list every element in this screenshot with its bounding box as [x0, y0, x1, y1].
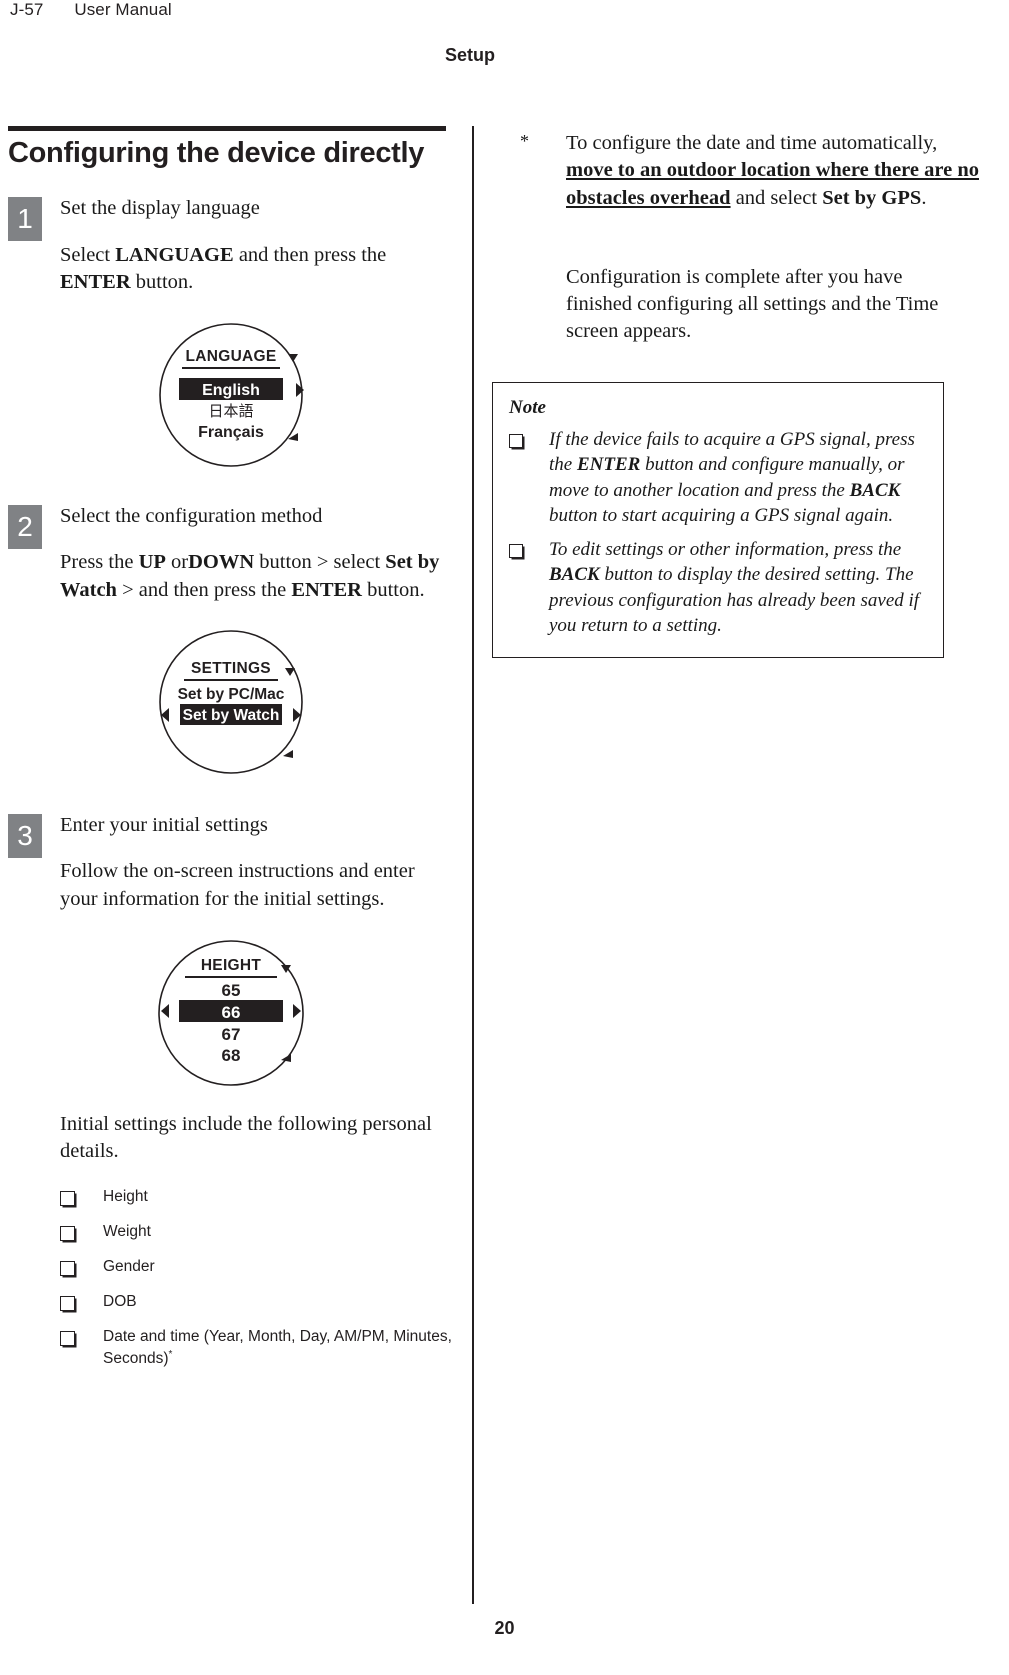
note-2-bold-back: BACK: [549, 564, 600, 586]
checkbox-bullet-icon: [509, 434, 523, 448]
step-1-text-a: Select: [60, 244, 116, 267]
note-1-seg-c: button to start acquiring a GPS signal a…: [549, 505, 894, 527]
checkbox-bullet-icon: [60, 1296, 75, 1312]
height-screen-illustration: HEIGHT 65 66 67 68: [157, 940, 304, 1086]
step-1-title: Set the display language: [60, 197, 260, 220]
step-3: 3 Enter your initial settings Follow the…: [8, 812, 453, 913]
initial-settings-list: Height Weight Gender DOB Date and time (…: [60, 1187, 453, 1370]
right-column: * To configure the date and time automat…: [520, 126, 980, 346]
list-item: Date and time (Year, Month, Day, AM/PM, …: [60, 1327, 453, 1370]
checkbox-bullet-icon: [509, 543, 523, 558]
step-2-bold-enter: ENTER: [291, 578, 362, 601]
checkbox-bullet-icon: [60, 1331, 75, 1347]
svg-text:66: 66: [221, 1003, 240, 1022]
step-2-text-e: button.: [361, 578, 425, 601]
footnote-marker: *: [520, 131, 529, 151]
checkbox-bullet-icon: [60, 1226, 75, 1242]
list-item-label: DOB: [103, 1293, 137, 1311]
left-column: Configuring the device directly 1 Set th…: [8, 126, 453, 1384]
svg-text:68: 68: [221, 1046, 240, 1065]
footnote-bold-setbygps: Set by GPS: [822, 186, 922, 209]
figure-settings-screen: SETTINGS Set by PC/Mac Set by Watch: [8, 628, 453, 776]
list-item: Gender: [60, 1257, 453, 1278]
step-2-text-c: button > select: [254, 551, 386, 574]
svg-text:SETTINGS: SETTINGS: [191, 660, 271, 677]
step-1-number: 1: [8, 197, 42, 242]
section-rule: [8, 126, 446, 131]
step-1: 1 Set the display language Select LANGUA…: [8, 195, 453, 296]
step-2-text-b: or: [165, 551, 189, 574]
step-2: 2 Select the configuration method Press …: [8, 503, 453, 604]
step-2-title: Select the configuration method: [60, 504, 323, 527]
step-2-bold-up: UP: [138, 551, 166, 574]
figure-language-screen: LANGUAGE English 日本語 Français: [8, 321, 453, 469]
list-item-label-datetime: Date and time (Year, Month, Day, AM/PM, …: [103, 1327, 453, 1370]
step-3-number: 3: [8, 813, 42, 858]
step-1-text-b: and then press the: [233, 244, 387, 267]
list-item-label: Gender: [103, 1258, 155, 1276]
note-2-seg-b: button to display the desired setting. T…: [549, 564, 920, 637]
step-1-bold-enter: ENTER: [60, 271, 131, 294]
step-2-bold-down: DOWN: [188, 551, 255, 574]
step-2-text-d: > and then press the: [116, 578, 292, 601]
figure-height-screen: HEIGHT 65 66 67 68: [8, 937, 453, 1089]
chapter-heading: Setup: [444, 45, 495, 65]
svg-text:日本語: 日本語: [208, 402, 253, 420]
page-number: 20: [494, 1618, 515, 1638]
note-item-text: To edit settings or other information, p…: [549, 537, 927, 639]
step-1-instruction: Select LANGUAGE and then press the ENTER…: [60, 242, 453, 297]
svg-text:Set by PC/Mac: Set by PC/Mac: [177, 686, 284, 703]
footnote-gps: * To configure the date and time automat…: [520, 130, 980, 212]
note-2-seg-a: To edit settings or other information, p…: [549, 538, 902, 560]
checkbox-bullet-icon: [60, 1191, 75, 1207]
footnote-body: To configure the date and time automatic…: [566, 130, 980, 212]
running-head: J-57 User Manual: [10, 0, 172, 20]
note-1-bold-enter: ENTER: [576, 454, 641, 476]
checkbox-bullet-icon: [60, 1261, 75, 1277]
completion-paragraph: Configuration is complete after you have…: [566, 265, 939, 343]
step-3-instruction: Follow the on-screen instructions and en…: [60, 860, 415, 910]
svg-text:65: 65: [221, 981, 240, 1000]
footnote-ref-marker: *: [168, 1349, 173, 1360]
step-3-title: Enter your initial settings: [60, 813, 268, 836]
step-2-number: 2: [8, 504, 42, 549]
footnote-text-c: .: [921, 186, 927, 209]
running-head-doc-number: J-57: [10, 0, 44, 19]
footnote-text-a: To configure the date and time automatic…: [566, 132, 938, 154]
language-screen-illustration: LANGUAGE English 日本語 Français: [158, 322, 304, 467]
step-1-text-c: button.: [130, 271, 194, 294]
svg-text:HEIGHT: HEIGHT: [200, 957, 261, 974]
settings-list-intro: Initial settings include the following p…: [60, 1112, 432, 1163]
list-item: Weight: [60, 1222, 453, 1243]
step-2-text-a: Press the: [60, 551, 139, 574]
column-divider: [472, 126, 474, 1604]
svg-text:LANGUAGE: LANGUAGE: [185, 348, 276, 365]
note-box-title: Note: [509, 397, 546, 418]
svg-text:67: 67: [221, 1025, 240, 1044]
step-2-instruction: Press the UP orDOWN button > select Set …: [60, 549, 453, 604]
settings-screen-illustration: SETTINGS Set by PC/Mac Set by Watch: [158, 629, 303, 774]
list-item-label: Height: [103, 1188, 148, 1206]
svg-text:Set by Watch: Set by Watch: [182, 707, 279, 724]
list-item: Height: [60, 1187, 453, 1208]
svg-text:Français: Français: [198, 424, 264, 441]
running-head-doc-title: User Manual: [74, 0, 172, 19]
note-box: Note If the device fails to acquire a GP…: [492, 382, 944, 658]
note-1-bold-back: BACK: [849, 479, 901, 501]
page-title: Configuring the device directly: [8, 137, 425, 169]
footnote-text-b: and select: [730, 186, 823, 209]
note-item: To edit settings or other information, p…: [509, 537, 927, 639]
list-item-label: Weight: [103, 1223, 151, 1241]
note-item-text: If the device fails to acquire a GPS sig…: [549, 427, 927, 529]
svg-text:English: English: [202, 382, 260, 399]
list-item-label: Date and time (Year, Month, Day, AM/PM, …: [103, 1328, 452, 1368]
list-item: DOB: [60, 1292, 453, 1313]
step-1-bold-language: LANGUAGE: [115, 244, 234, 267]
note-item: If the device fails to acquire a GPS sig…: [509, 427, 927, 529]
